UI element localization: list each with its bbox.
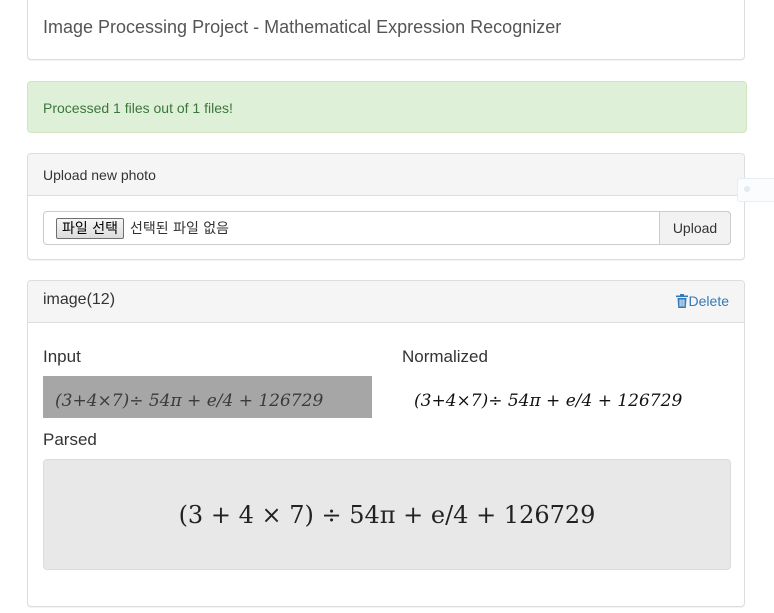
normalized-expression-text: (3+4×7)÷ 54π + e/4 + 126729 bbox=[414, 391, 682, 411]
upload-button[interactable]: Upload bbox=[659, 211, 731, 245]
choose-file-button[interactable]: 파일 선택 bbox=[56, 217, 124, 239]
widget-dot-icon bbox=[744, 186, 750, 192]
result-panel: image(12) Delete Input Normalized (3+4×7… bbox=[27, 280, 745, 607]
side-widget[interactable] bbox=[737, 178, 774, 202]
upload-panel: Upload new photo 파일 선택 선택된 파일 없음 Upload bbox=[27, 153, 745, 260]
input-image: (3+4×7)÷ 54π + e/4 + 126729 bbox=[43, 376, 372, 418]
normalized-image: (3+4×7)÷ 54π + e/4 + 126729 bbox=[402, 376, 731, 418]
title-panel: Image Processing Project - Mathematical … bbox=[27, 0, 745, 60]
page-title: Image Processing Project - Mathematical … bbox=[43, 17, 562, 37]
file-status-text: 선택된 파일 없음 bbox=[129, 221, 230, 237]
normalized-label: Normalized bbox=[402, 347, 488, 366]
result-panel-heading: image(12) Delete bbox=[28, 281, 744, 323]
delete-label: Delete bbox=[688, 293, 729, 309]
input-handwriting: (3+4×7)÷ 54π + e/4 + 126729 bbox=[55, 391, 323, 411]
normalized-handwriting: (3+4×7)÷ 54π + e/4 + 126729 bbox=[414, 391, 682, 411]
image-name: image(12) bbox=[43, 291, 116, 308]
upload-panel-heading: Upload new photo bbox=[28, 154, 744, 196]
success-alert: Processed 1 files out of 1 files! bbox=[27, 81, 747, 133]
input-expression-text: (3+4×7)÷ 54π + e/4 + 126729 bbox=[55, 391, 323, 411]
parsed-expression: (3 + 4 × 7) ÷ 54π + e/4 + 126729 bbox=[178, 500, 596, 529]
file-input-group: 파일 선택 선택된 파일 없음 Upload bbox=[43, 211, 731, 245]
delete-button[interactable]: Delete bbox=[675, 293, 729, 309]
parsed-expression-box: (3 + 4 × 7) ÷ 54π + e/4 + 126729 bbox=[43, 459, 731, 570]
trash-icon bbox=[675, 294, 688, 308]
input-label: Input bbox=[43, 347, 81, 366]
parsed-label: Parsed bbox=[43, 430, 97, 449]
